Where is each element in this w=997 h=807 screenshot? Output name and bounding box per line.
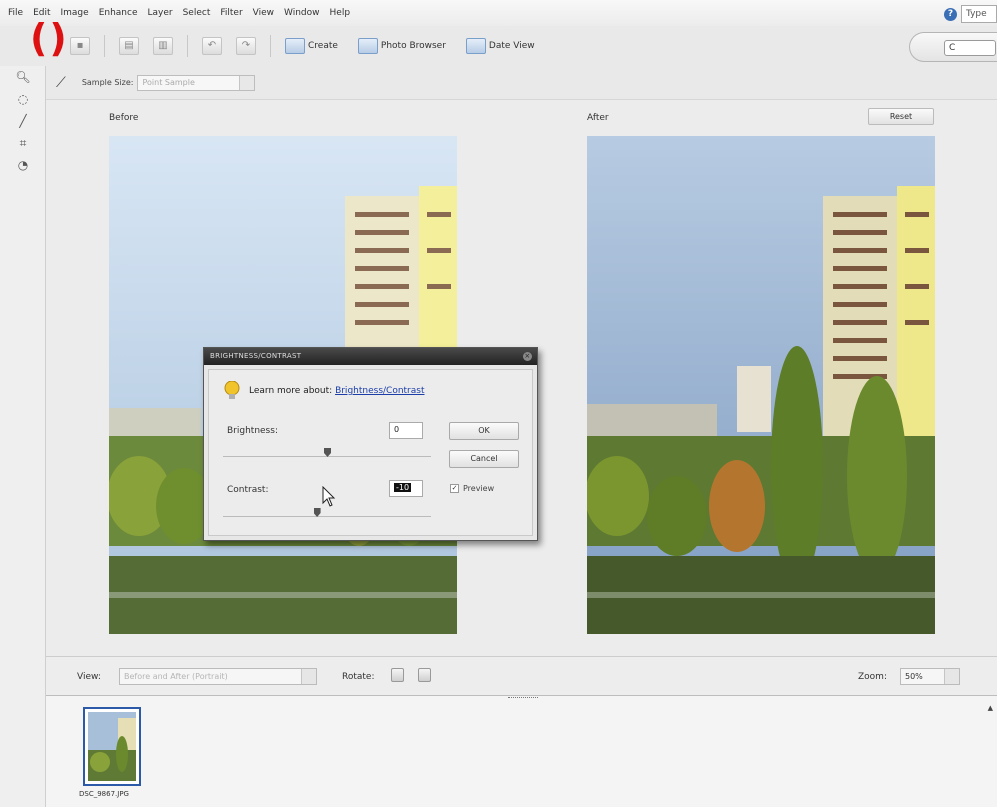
- learn-more-text: Learn more about: Brightness/Contrast: [249, 386, 425, 396]
- menu-bar: File Edit Image Enhance Layer Select Fil…: [0, 0, 997, 26]
- preview-label: Preview: [463, 484, 495, 493]
- rotate-right-icon[interactable]: [418, 668, 431, 682]
- undo-icon[interactable]: ↶: [202, 37, 222, 55]
- photo-browser-icon: [357, 38, 378, 54]
- photo-thumbnail[interactable]: [83, 707, 141, 786]
- date-view-button[interactable]: Date View: [465, 38, 535, 54]
- print-icon[interactable]: ▤: [119, 37, 139, 55]
- after-label: After: [587, 113, 609, 123]
- lightbulb-icon: [224, 381, 240, 399]
- lasso-tool-icon[interactable]: ◌: [0, 88, 46, 110]
- zoom-tool-icon[interactable]: 🔍︎: [0, 66, 46, 88]
- thumbnail-filename: DSC_9867.JPG: [79, 790, 129, 798]
- sample-size-select[interactable]: Point Sample: [137, 74, 256, 91]
- help-icon[interactable]: ?: [944, 8, 957, 21]
- close-icon[interactable]: ×: [523, 352, 532, 361]
- workspace-tab: C: [909, 32, 997, 62]
- view-options-bar: View: Before and After (Portrait) Rotate…: [46, 656, 997, 696]
- photo-browser-label: Photo Browser: [380, 41, 446, 51]
- reset-button[interactable]: Reset: [868, 108, 934, 125]
- thumbnail-image: [88, 712, 136, 781]
- brightness-contrast-dialog: BRIGHTNESS/CONTRAST × Learn more about: …: [203, 347, 538, 541]
- preview-checkbox[interactable]: ✓ Preview: [450, 484, 494, 493]
- menu-window[interactable]: Window: [284, 8, 320, 18]
- print-preview-icon[interactable]: ▥: [153, 37, 173, 55]
- eyedropper-icon[interactable]: ⟋: [56, 75, 66, 91]
- rotate-label: Rotate:: [342, 672, 375, 682]
- toolbar-divider: [187, 35, 188, 57]
- mouse-cursor-icon: [322, 486, 336, 507]
- brush-tool-icon[interactable]: ╱: [0, 110, 46, 132]
- rotate-left-icon[interactable]: [391, 668, 404, 682]
- dialog-title-bar[interactable]: BRIGHTNESS/CONTRAST ×: [204, 348, 537, 365]
- learn-more-link[interactable]: Brightness/Contrast: [335, 386, 424, 396]
- contrast-field[interactable]: -10: [389, 480, 423, 497]
- menu-layer[interactable]: Layer: [148, 8, 173, 18]
- bin-resize-handle[interactable]: [508, 697, 538, 699]
- cancel-button[interactable]: Cancel: [449, 450, 519, 468]
- learn-more-prefix: Learn more about:: [249, 386, 336, 396]
- crop-tool-icon[interactable]: ⌗: [0, 132, 46, 154]
- search-type-field[interactable]: Type: [961, 5, 997, 23]
- red-annotation-mark: (): [30, 16, 69, 60]
- view-label: View:: [77, 672, 101, 682]
- create-icon: [285, 38, 305, 54]
- menu-view[interactable]: View: [253, 8, 274, 18]
- menu-help[interactable]: Help: [330, 8, 351, 18]
- ok-button[interactable]: OK: [449, 422, 519, 440]
- project-bin: DSC_9867.JPG ▲: [46, 696, 997, 807]
- before-label: Before: [109, 113, 139, 123]
- menu-enhance[interactable]: Enhance: [99, 8, 138, 18]
- scroll-up-icon[interactable]: ▲: [988, 704, 993, 712]
- sample-size-label: Sample Size:: [81, 78, 134, 87]
- menu-select[interactable]: Select: [183, 8, 211, 18]
- contrast-slider-track[interactable]: [223, 516, 431, 517]
- redo-icon[interactable]: ↷: [236, 37, 256, 55]
- dialog-body: Learn more about: Brightness/Contrast Br…: [208, 369, 533, 536]
- zoom-label: Zoom:: [858, 672, 887, 682]
- menu-filter[interactable]: Filter: [220, 8, 242, 18]
- toolbar-divider: [104, 35, 105, 57]
- dialog-title: BRIGHTNESS/CONTRAST: [210, 352, 302, 360]
- after-photo[interactable]: [587, 136, 935, 634]
- tool-options-bar: ⟋ Sample Size: Point Sample: [46, 66, 997, 100]
- date-view-label: Date View: [488, 41, 535, 51]
- create-label: Create: [308, 41, 338, 51]
- view-select[interactable]: Before and After (Portrait): [119, 668, 317, 685]
- toolbar-divider: [270, 35, 271, 57]
- red-eye-tool-icon[interactable]: ◔: [0, 154, 46, 176]
- preview-check-icon[interactable]: ✓: [450, 484, 459, 493]
- photo-browser-button[interactable]: Photo Browser: [357, 38, 446, 54]
- menu-file[interactable]: File: [8, 8, 23, 18]
- toolbox: 🔍︎ ◌ ╱ ⌗ ◔: [0, 66, 46, 807]
- calendar-icon: [465, 38, 486, 54]
- contrast-label: Contrast:: [227, 485, 269, 495]
- workspace-tab-button[interactable]: C: [944, 40, 996, 56]
- brightness-field[interactable]: 0: [389, 422, 423, 439]
- brightness-label: Brightness:: [227, 426, 278, 436]
- contrast-value: -10: [394, 483, 412, 492]
- main-toolbar: ▪ ▤ ▥ ↶ ↷ Create Photo Browser Date View: [70, 26, 997, 66]
- save-icon[interactable]: ▪: [70, 37, 90, 55]
- create-button[interactable]: Create: [285, 38, 338, 54]
- zoom-select[interactable]: 50%: [900, 668, 960, 685]
